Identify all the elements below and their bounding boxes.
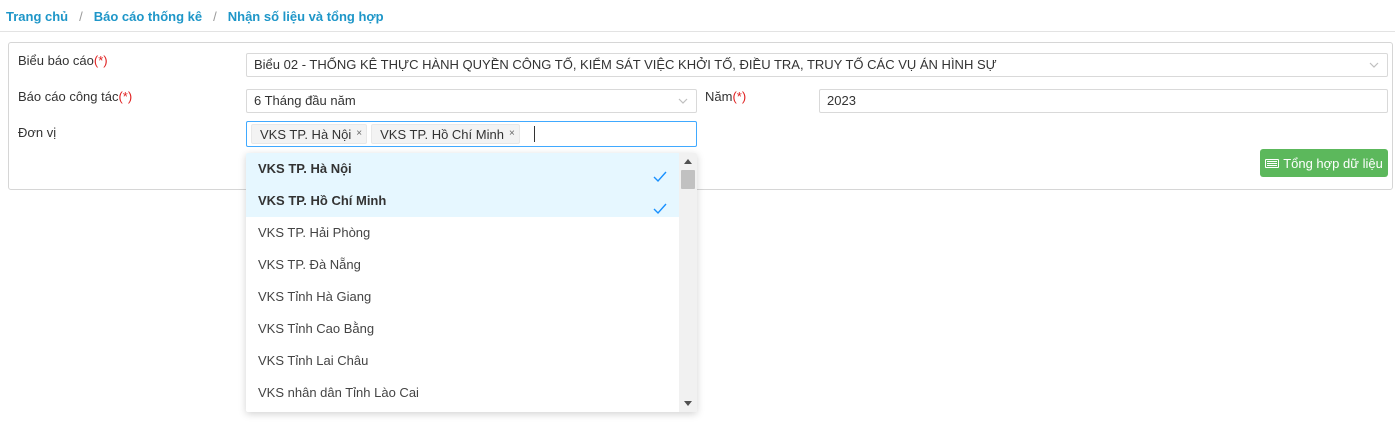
- dropdown-option[interactable]: VKS TP. Đà Nẵng: [246, 249, 679, 281]
- text-cursor: [533, 126, 535, 142]
- scrollbar-thumb[interactable]: [681, 170, 695, 189]
- dropdown-option[interactable]: VKS TP. Hải Phòng: [246, 217, 679, 249]
- required-mark: (*): [118, 89, 133, 104]
- breadcrumb-separator: /: [213, 9, 217, 24]
- close-icon[interactable]: ×: [356, 129, 362, 139]
- work-report-label-text: Báo cáo công tác: [18, 89, 119, 104]
- breadcrumb-reports-link[interactable]: Báo cáo thống kê: [94, 9, 202, 24]
- chevron-down-icon: [678, 96, 688, 106]
- year-value: 2023: [827, 93, 856, 108]
- check-icon: [653, 195, 667, 215]
- work-report-select[interactable]: 6 Tháng đầu năm: [246, 89, 697, 113]
- dropdown-option[interactable]: VKS nhân dân Tỉnh Lào Cai: [246, 377, 679, 409]
- required-mark: (*): [93, 53, 108, 68]
- dropdown-option[interactable]: VKS TP. Hà Nội: [246, 153, 679, 185]
- breadcrumb-bar: Trang chủ / Báo cáo thống kê / Nhận số l…: [0, 0, 1395, 32]
- keyboard-icon: [1265, 158, 1280, 168]
- dropdown-option[interactable]: VKS Tỉnh Hà Giang: [246, 281, 679, 313]
- breadcrumb-separator: /: [79, 9, 83, 24]
- work-report-label: Báo cáo công tác(*): [18, 89, 132, 104]
- dropdown-option-label: VKS Tỉnh Cao Bằng: [258, 321, 375, 336]
- unit-tag: VKS TP. Hồ Chí Minh ×: [371, 124, 520, 144]
- scroll-down-arrow-icon[interactable]: [684, 401, 692, 406]
- report-form-value: Biểu 02 - THỐNG KÊ THỰC HÀNH QUYỀN CÔNG …: [254, 57, 997, 72]
- required-mark: (*): [732, 89, 747, 104]
- work-report-value: 6 Tháng đầu năm: [254, 93, 356, 108]
- aggregate-data-label: Tổng hợp dữ liệu: [1283, 155, 1383, 171]
- unit-tag: VKS TP. Hà Nội ×: [251, 124, 368, 144]
- year-input[interactable]: 2023: [819, 89, 1388, 113]
- year-label-text: Năm: [705, 89, 733, 104]
- dropdown-option-label: VKS TP. Đà Nẵng: [258, 257, 361, 272]
- report-filter-panel: Biểu báo cáo(*) Biểu 02 - THỐNG KÊ THỰC …: [8, 42, 1393, 190]
- unit-dropdown: VKS TP. Hà Nội VKS TP. Hồ Chí Minh VKS T…: [246, 153, 697, 412]
- dropdown-option-label: VKS nhân dân Tỉnh Lào Cai: [258, 385, 419, 400]
- close-icon[interactable]: ×: [509, 129, 515, 139]
- dropdown-option[interactable]: VKS TP. Hồ Chí Minh: [246, 185, 679, 217]
- chevron-down-icon: [1369, 60, 1379, 70]
- breadcrumb-home-link[interactable]: Trang chủ: [6, 9, 68, 24]
- dropdown-scrollbar[interactable]: [679, 153, 697, 412]
- report-form-label: Biểu báo cáo(*): [18, 53, 108, 68]
- report-form-select[interactable]: Biểu 02 - THỐNG KÊ THỰC HÀNH QUYỀN CÔNG …: [246, 53, 1388, 77]
- scroll-up-arrow-icon[interactable]: [684, 159, 692, 164]
- unit-label: Đơn vị: [18, 125, 57, 140]
- breadcrumb-current-page[interactable]: Nhận số liệu và tổng hợp: [228, 9, 384, 24]
- dropdown-option[interactable]: VKS Tỉnh Cao Bằng: [246, 313, 679, 345]
- dropdown-option-label: VKS Tỉnh Lai Châu: [258, 353, 369, 368]
- dropdown-option-label: VKS TP. Hải Phòng: [258, 225, 371, 240]
- dropdown-option[interactable]: VKS Tỉnh Lai Châu: [246, 345, 679, 377]
- year-label: Năm(*): [705, 89, 746, 104]
- dropdown-option-label: VKS Tỉnh Hà Giang: [258, 289, 372, 304]
- check-icon: [653, 163, 667, 183]
- unit-tag-label: VKS TP. Hồ Chí Minh: [380, 126, 504, 142]
- dropdown-option-label: VKS TP. Hồ Chí Minh: [258, 193, 387, 208]
- aggregate-data-button[interactable]: Tổng hợp dữ liệu: [1260, 149, 1388, 177]
- unit-multiselect[interactable]: VKS TP. Hà Nội × VKS TP. Hồ Chí Minh ×: [246, 121, 697, 147]
- unit-tag-label: VKS TP. Hà Nội: [260, 126, 352, 142]
- report-form-label-text: Biểu báo cáo: [18, 53, 94, 68]
- dropdown-option-label: VKS TP. Hà Nội: [258, 161, 352, 176]
- breadcrumb: Trang chủ / Báo cáo thống kê / Nhận số l…: [6, 9, 384, 24]
